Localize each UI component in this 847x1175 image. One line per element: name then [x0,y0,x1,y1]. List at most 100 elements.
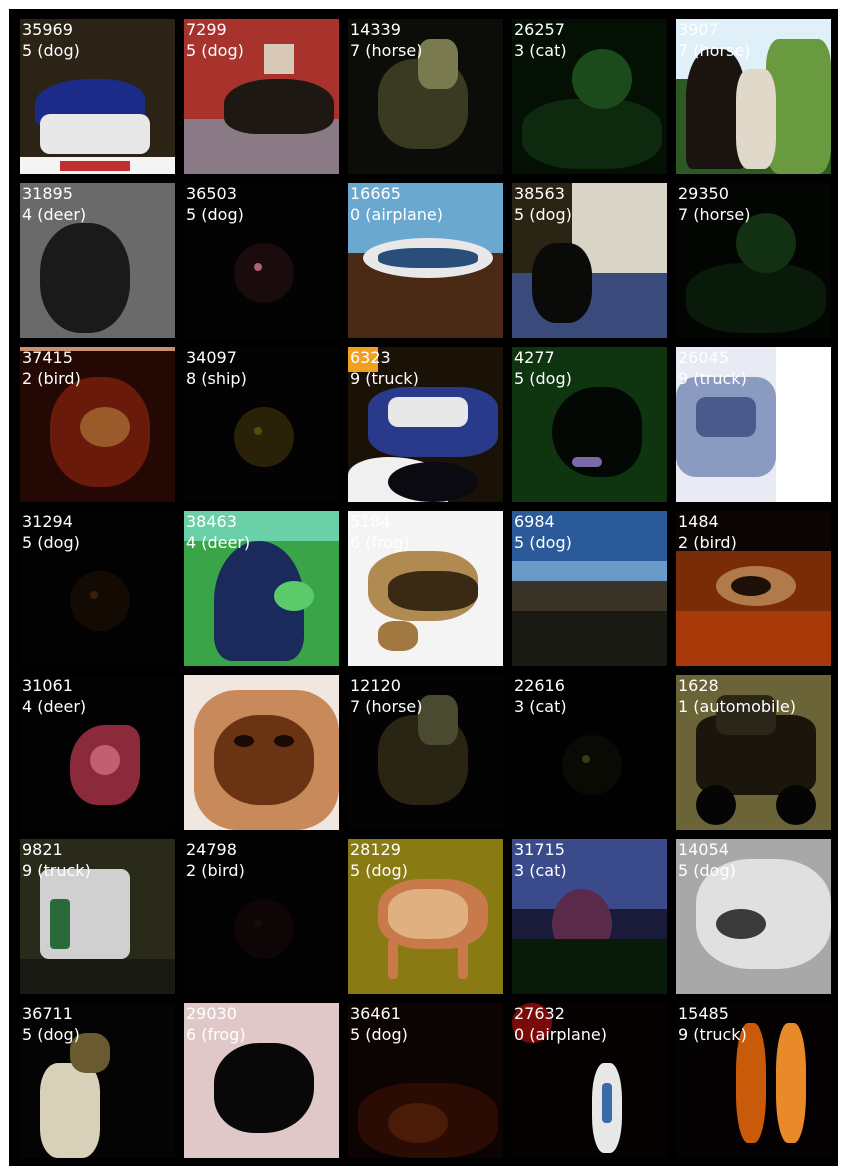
scene-shape [234,735,254,747]
sample-index: 7299 [186,20,227,39]
scene-shape [274,735,294,747]
sample-index: 3907 [678,20,719,39]
tile-caption: 12120 7 (horse) [350,675,422,717]
class-label: 5 (dog) [350,1025,408,1044]
scene-shape [602,1083,612,1123]
image-tile: 6984 5 (dog) [512,511,667,666]
tile-caption: 22616 3 (cat) [514,675,567,717]
sample-index: 31715 [514,840,565,859]
scene-shape [776,785,816,825]
image-tile: 31061 4 (deer) [20,675,175,830]
tile-caption: 6984 5 (dog) [514,511,572,553]
scene-shape [388,889,468,939]
tile-caption: 31895 4 (deer) [22,183,86,225]
image-tile: 34097 8 (ship) [184,347,339,502]
scene-shape [90,745,120,775]
class-label: 5 (dog) [22,533,80,552]
scene-shape [676,611,831,666]
image-tile: 36711 5 (dog) [20,1003,175,1158]
class-label: 5 (dog) [22,1025,80,1044]
scene-shape [388,939,398,979]
scene-shape [234,243,294,303]
tile-caption: 24798 2 (bird) [186,839,245,881]
class-label: 5 (dog) [514,205,572,224]
scene-shape [40,1063,100,1158]
sample-index: 6984 [514,512,555,531]
image-tile: 36503 5 (dog) [184,183,339,338]
class-label: 6 (frog) [350,533,410,552]
class-label: 2 (bird) [22,369,81,388]
class-label: 8 (ship) [186,369,247,388]
tile-caption: 28129 5 (dog) [350,839,408,881]
tile-caption: 14054 5 (dog) [678,839,736,881]
sample-index: 34097 [186,348,237,367]
image-grid: 35969 5 (dog) 7299 5 (dog) 14339 7 (horse) 262… [9,9,838,1166]
class-label: 5 (dog) [186,41,244,60]
sample-index: 26045 [678,348,729,367]
image-tile: 38563 5 (dog) [512,183,667,338]
class-label: 3 (cat) [514,697,567,716]
class-label: 5 (dog) [678,861,736,880]
scene-shape [50,899,70,949]
image-tile: 31294 5 (dog) [20,511,175,666]
tile-caption: 15485 9 (truck) [678,1003,747,1045]
scene-shape [686,263,826,333]
scene-shape [378,621,418,651]
scene-shape [20,959,175,994]
image-tile: 35969 5 (dog) [20,19,175,174]
scene-shape [388,571,478,611]
image-tile: 1628 1 (automobile) [676,675,831,830]
tile-caption: 34097 8 (ship) [186,347,247,389]
class-label: 5 (dog) [350,861,408,880]
sample-index: 29350 [678,184,729,203]
image-tile: 15485 9 (truck) [676,1003,831,1158]
class-label: 4 (deer) [22,205,87,224]
scene-shape [378,248,478,268]
image-tile: 14339 7 (horse) [348,19,503,174]
scene-shape [264,44,294,74]
scene-shape [40,114,150,154]
class-label: 7 (horse) [350,697,423,716]
class-label: 9 (truck) [350,369,419,388]
sample-index: 1484 [678,512,719,531]
tile-caption: 31715 3 (cat) [514,839,567,881]
image-tile: 1484 2 (bird) [676,511,831,666]
class-label: 7 (horse) [350,41,423,60]
sample-index: 31061 [22,676,73,695]
scene-shape [776,347,831,502]
scene-shape [776,1023,806,1143]
sample-index: 38563 [514,184,565,203]
scene-shape [736,69,776,169]
tile-caption: 36503 5 (dog) [186,183,244,225]
image-tile: 36461 5 (dog) [348,1003,503,1158]
scene-shape [716,909,766,939]
scene-shape [458,939,468,979]
sample-index: 29030 [186,1004,237,1023]
class-label: 9 (truck) [678,369,747,388]
image-tile: 6323 9 (truck) [348,347,503,502]
sample-index: 26257 [514,20,565,39]
sample-index: 36503 [186,184,237,203]
scene-shape [388,1103,448,1143]
sample-index: 12120 [350,676,401,695]
class-label: 4 (deer) [186,533,251,552]
tile-caption: 26257 3 (cat) [514,19,567,61]
scene-shape [224,79,334,134]
sample-index: 38463 [186,512,237,531]
tile-caption: 26045 9 (truck) [678,347,747,389]
scene-shape [40,223,130,333]
scene-shape [234,407,294,467]
scene-shape [388,397,468,427]
class-label: 5 (dog) [514,533,572,552]
scene-shape [696,397,756,437]
tile-caption: 31061 4 (deer) [22,675,86,717]
image-tile: 7299 5 (dog) [184,19,339,174]
scene-shape [731,576,771,596]
tile-caption: 14339 7 (horse) [350,19,422,61]
tile-caption: 4277 5 (dog) [514,347,572,389]
tile-caption: 1484 2 (bird) [678,511,737,553]
class-label: 6 (frog) [186,1025,246,1044]
image-tile: 9821 9 (truck) [20,839,175,994]
image-tile: 4277 5 (dog) [512,347,667,502]
image-tile: 31895 4 (deer) [20,183,175,338]
